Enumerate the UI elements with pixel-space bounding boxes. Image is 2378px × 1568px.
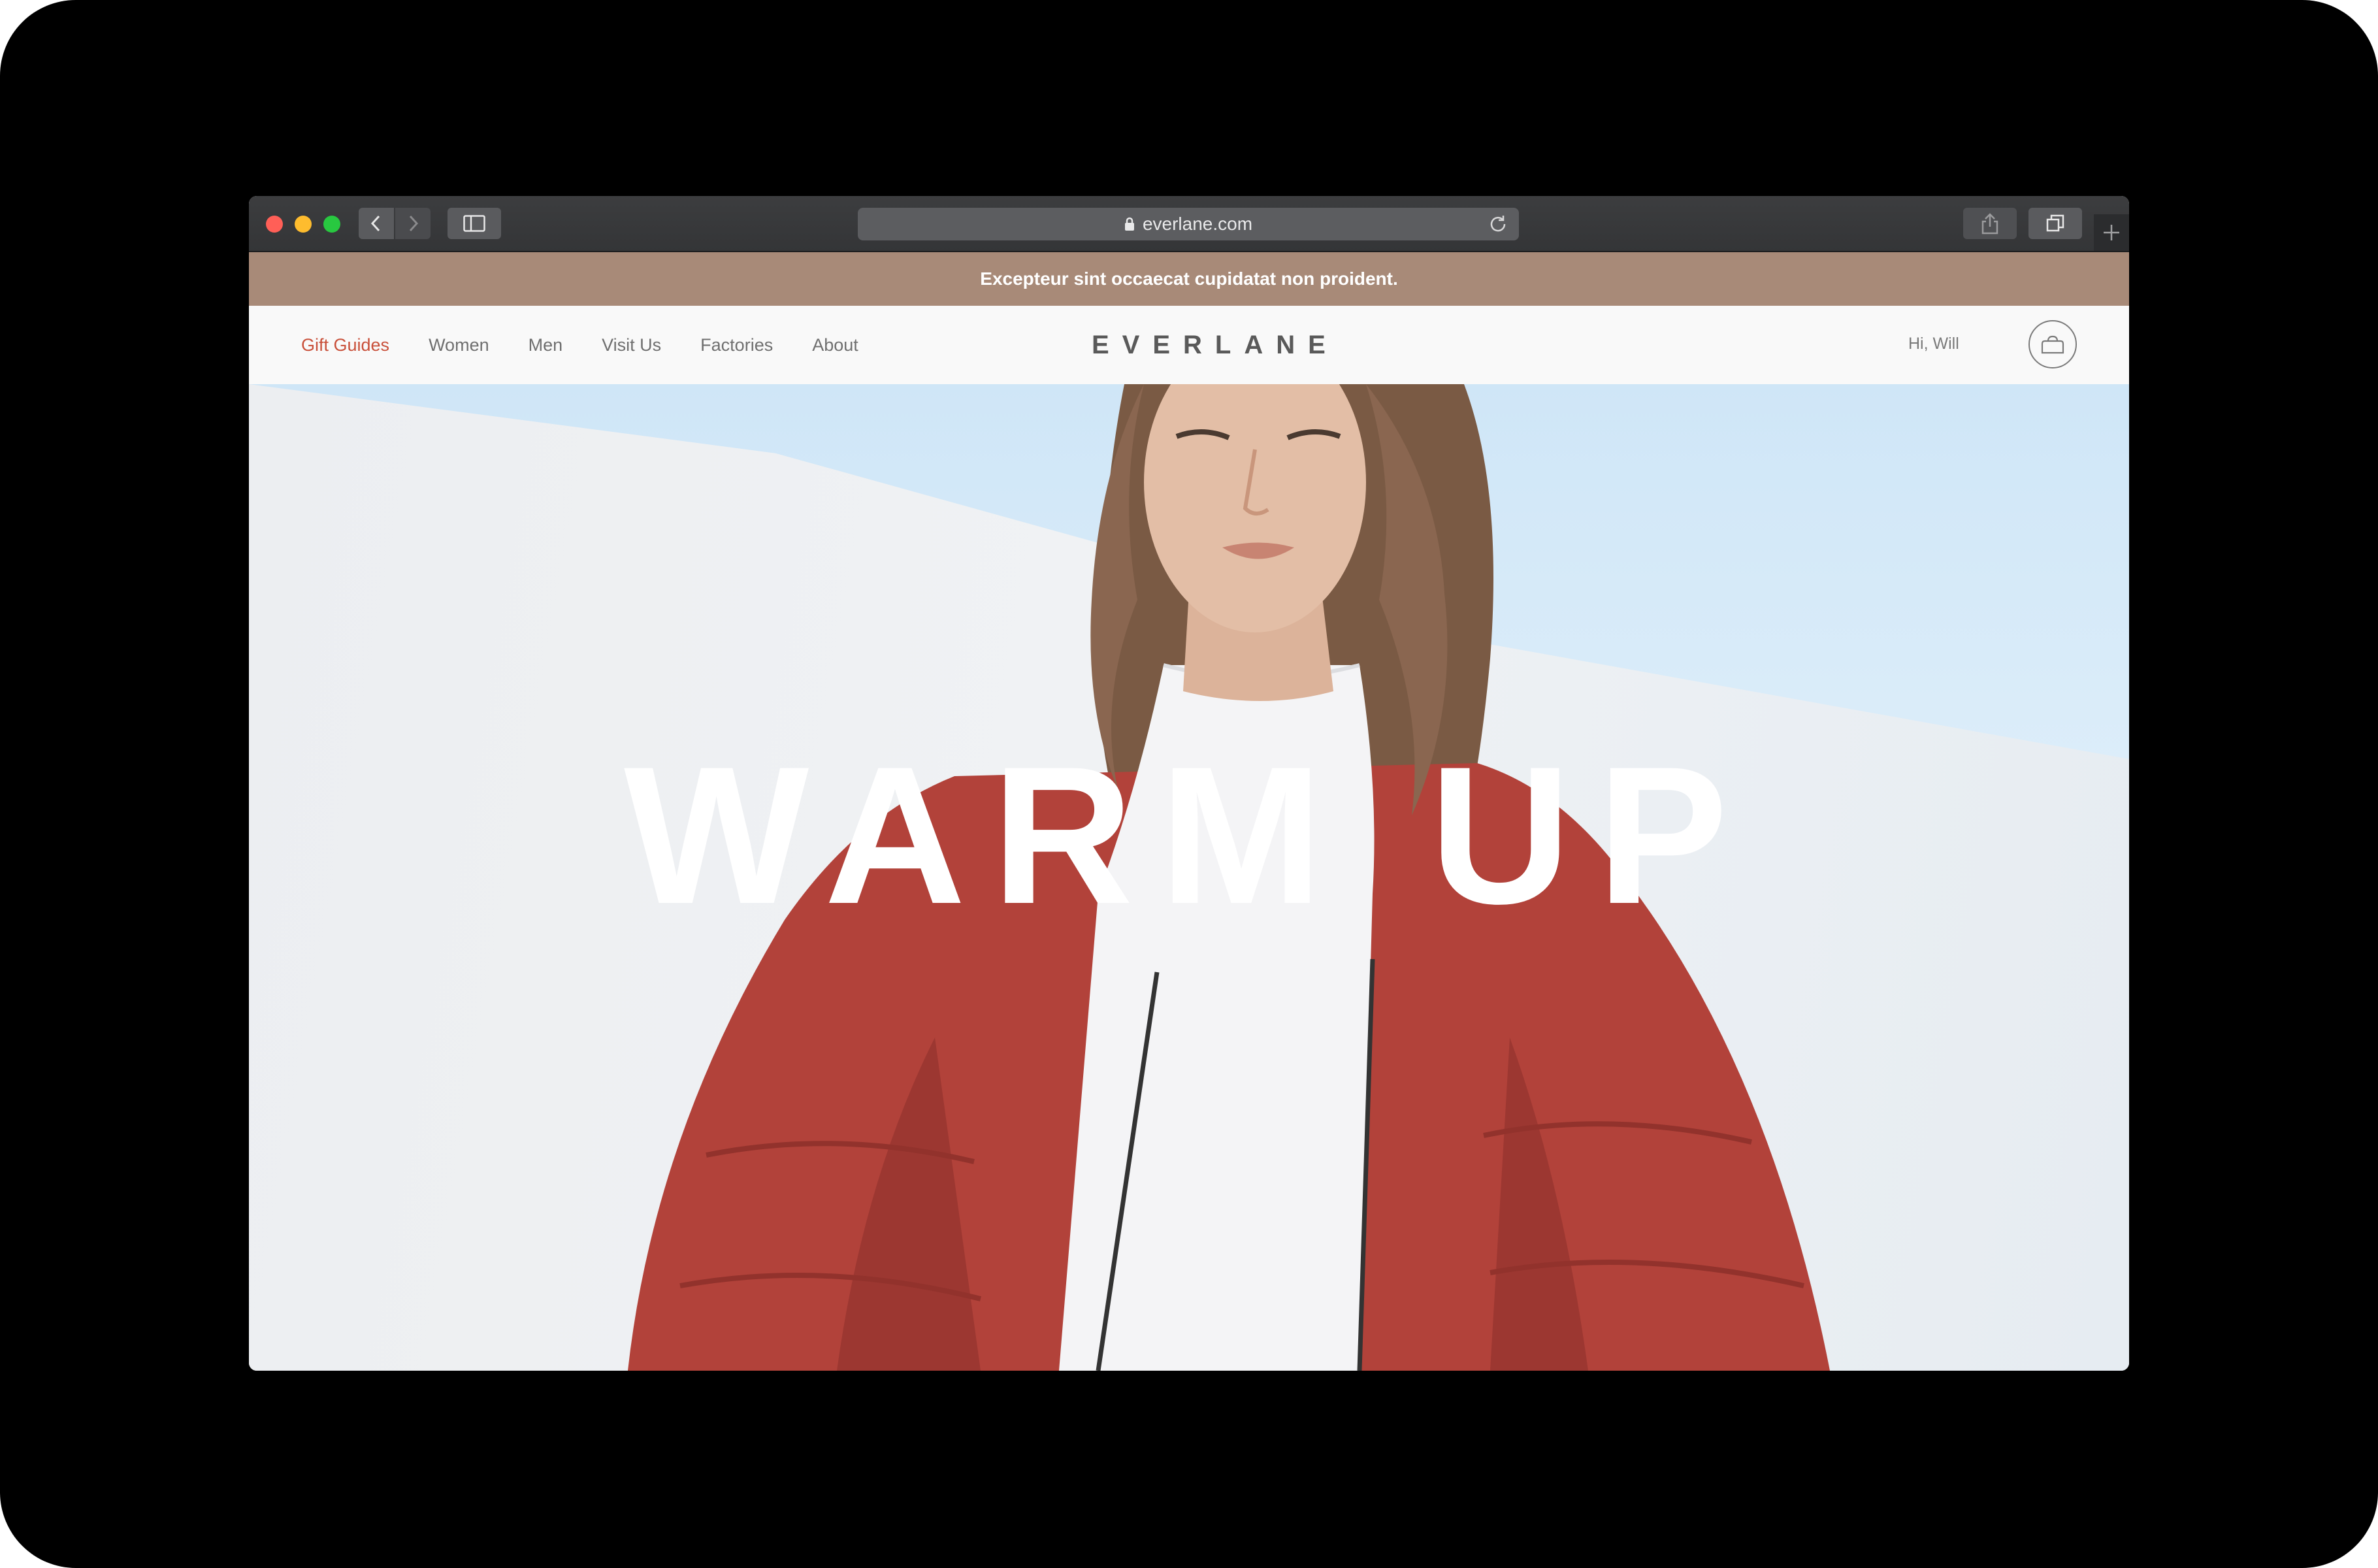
chevron-left-icon <box>370 215 380 232</box>
device-frame: everlane.com Excepteur sint occaecat cup… <box>0 0 2378 1568</box>
announcement-bar: Excepteur sint occaecat cupidatat non pr… <box>249 252 2129 306</box>
account-greeting[interactable]: Hi, Will <box>1908 335 1959 353</box>
share-icon <box>1981 213 1998 235</box>
hero-title: WARM UP <box>624 725 1754 945</box>
nav-link-about[interactable]: About <box>812 335 858 355</box>
site-logo[interactable]: EVERLANE <box>1092 331 1333 360</box>
nav-link-men[interactable]: Men <box>529 335 563 355</box>
share-button[interactable] <box>1963 208 2017 239</box>
zoom-window-button[interactable] <box>323 216 340 233</box>
nav-link-women[interactable]: Women <box>429 335 489 355</box>
cart-button[interactable] <box>2028 320 2077 368</box>
nav-link-gift-guides[interactable]: Gift Guides <box>301 335 389 355</box>
nav-link-factories[interactable]: Factories <box>700 335 773 355</box>
announcement-text: Excepteur sint occaecat cupidatat non pr… <box>980 269 1398 289</box>
close-window-button[interactable] <box>266 216 283 233</box>
main-nav: Gift Guides Women Men Visit Us Factories… <box>301 306 898 384</box>
bag-icon <box>2041 335 2064 354</box>
browser-window: everlane.com Excepteur sint occaecat cup… <box>249 196 2129 1371</box>
address-bar[interactable]: everlane.com <box>858 208 1519 240</box>
show-tabs-button[interactable] <box>2028 208 2082 239</box>
sidebar-icon <box>463 215 485 232</box>
nav-link-visit-us[interactable]: Visit Us <box>602 335 661 355</box>
hero-banner[interactable]: WARM UP <box>249 384 2129 1371</box>
minimize-window-button[interactable] <box>295 216 312 233</box>
browser-toolbar: everlane.com <box>249 196 2129 252</box>
tabs-icon <box>2046 214 2064 232</box>
site-header: Gift Guides Women Men Visit Us Factories… <box>249 306 2129 385</box>
url-text: everlane.com <box>1142 214 1253 234</box>
back-button[interactable] <box>359 208 394 239</box>
lock-icon <box>1124 217 1135 231</box>
plus-icon <box>2104 225 2119 240</box>
sidebar-toggle-button[interactable] <box>448 208 501 239</box>
reload-icon[interactable] <box>1488 214 1508 239</box>
forward-button[interactable] <box>395 208 431 239</box>
chevron-right-icon <box>409 215 419 232</box>
new-tab-button[interactable] <box>2094 214 2129 251</box>
